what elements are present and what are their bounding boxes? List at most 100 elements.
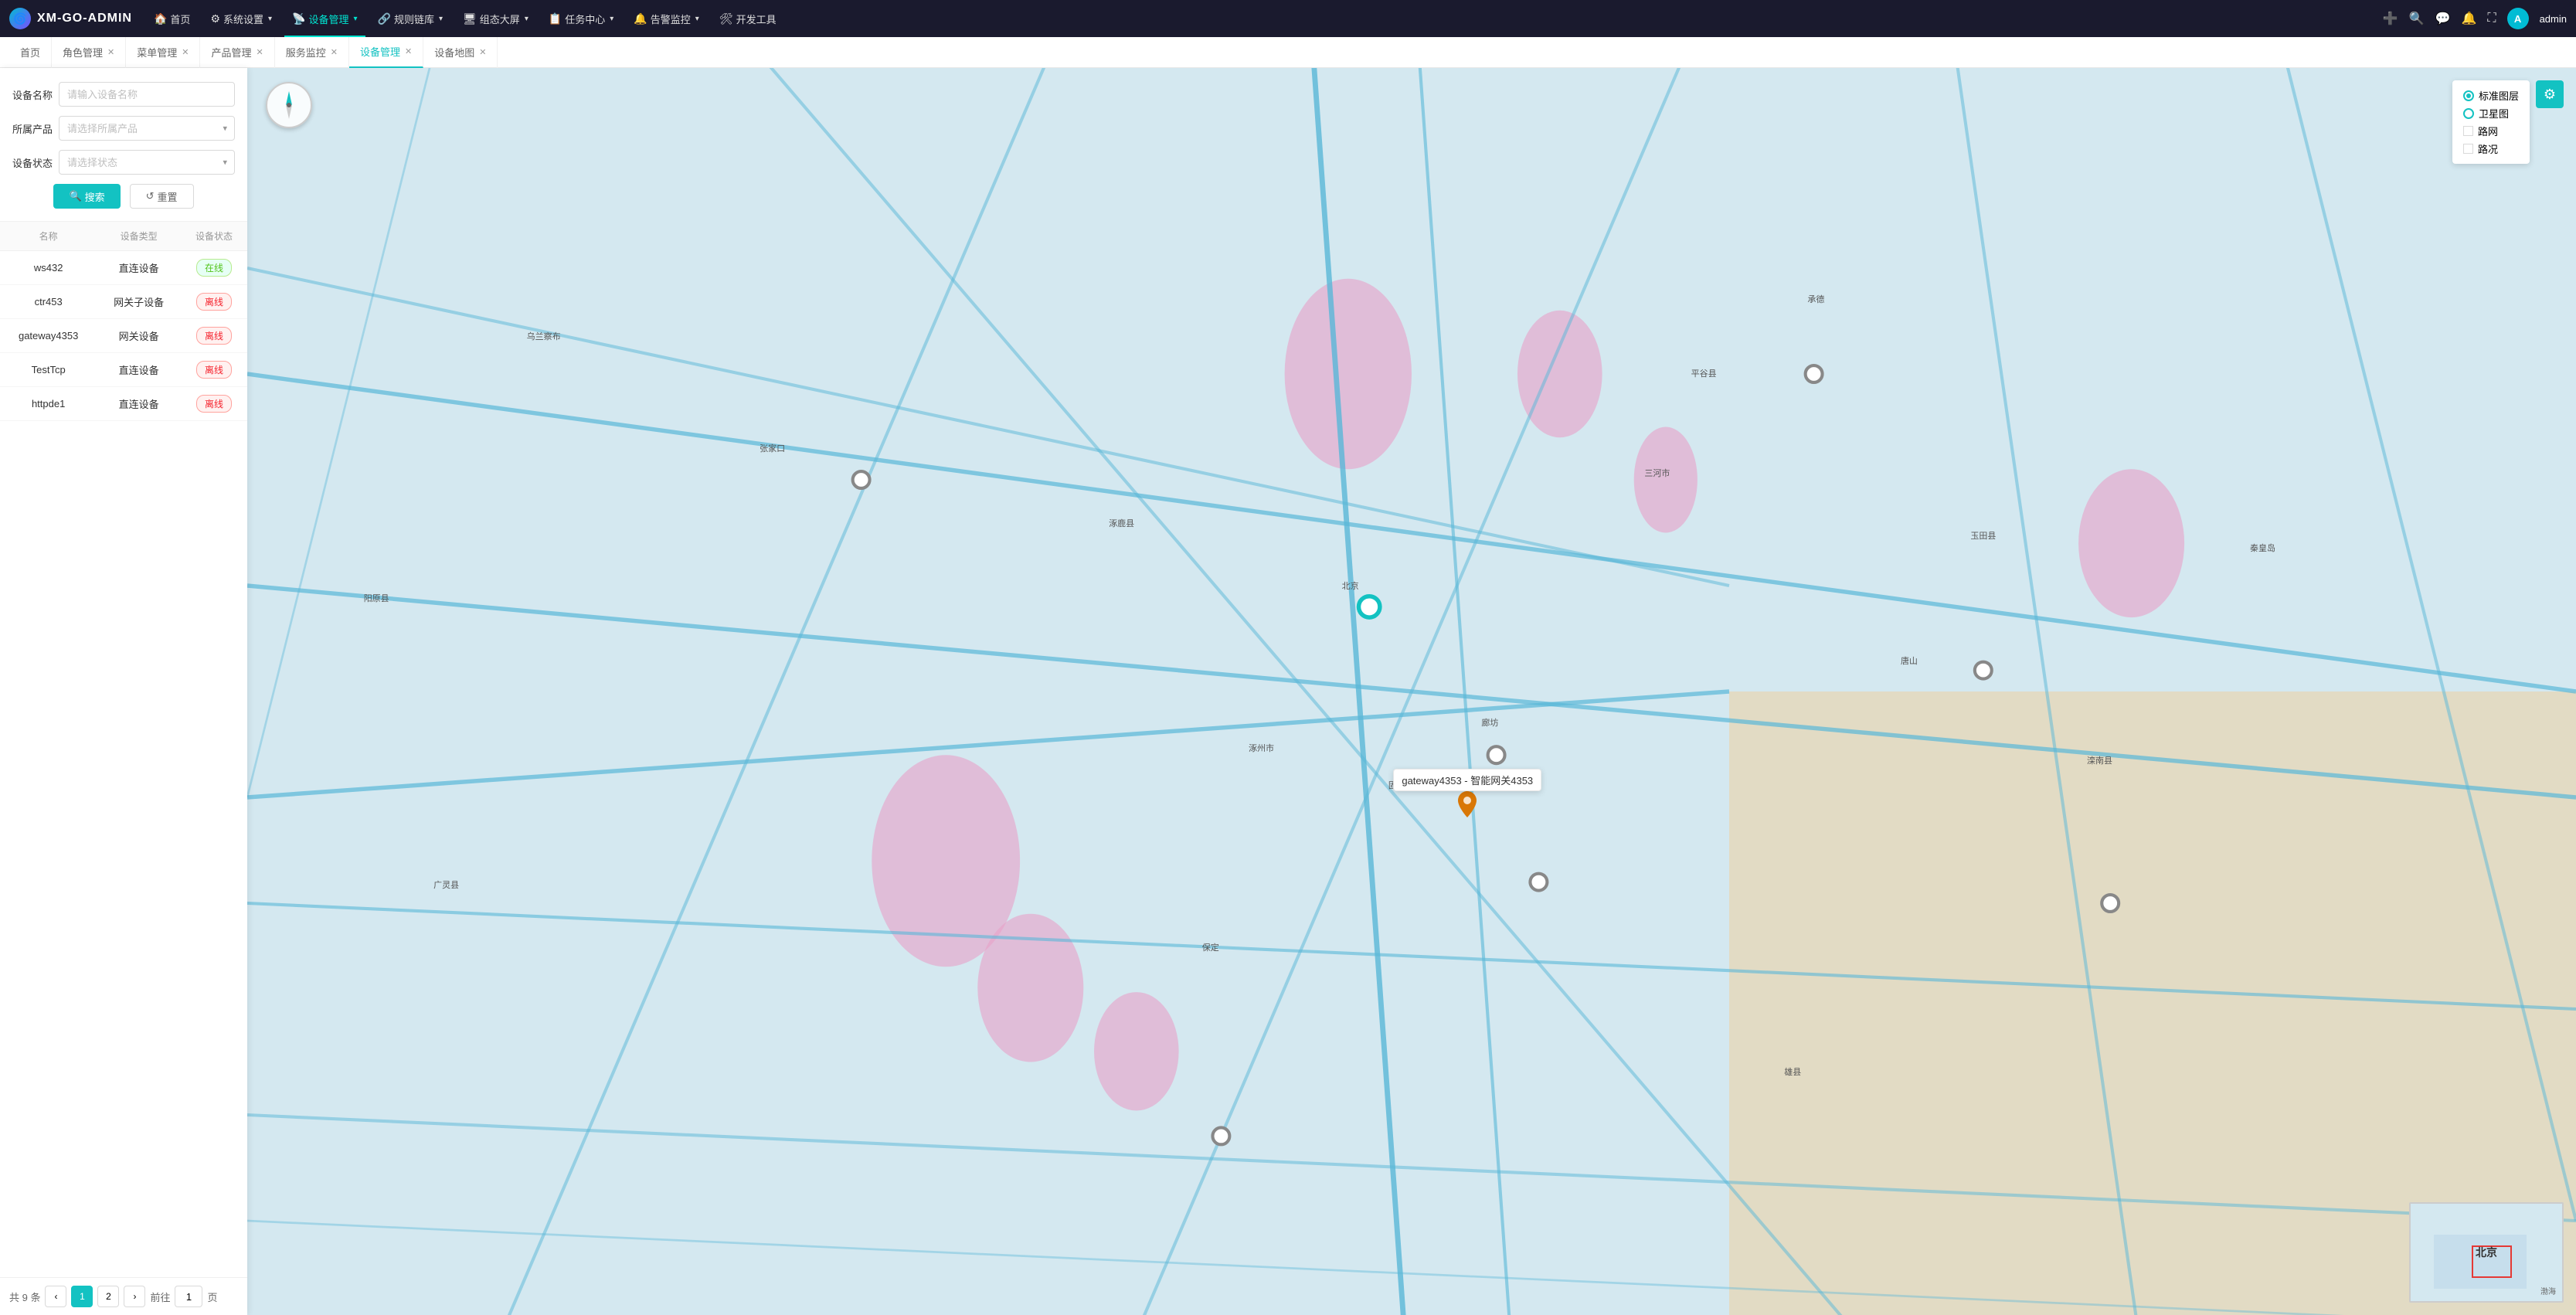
status-badge: 离线 xyxy=(196,395,232,413)
device-type-cell: 网关设备 xyxy=(97,319,181,353)
reset-button[interactable]: ↺ 重置 xyxy=(130,184,194,209)
road-option[interactable]: 路网 xyxy=(2463,124,2519,138)
table-row[interactable]: TestTcp直连设备离线 xyxy=(0,353,247,387)
map-area: 乌兰察布 张家口 承德 北京 廊坊 唐山 保定 固安县 涿州市 秦皇岛 雄县 阳… xyxy=(247,68,2576,1315)
col-name: 名称 xyxy=(0,222,97,251)
nav-task[interactable]: 📋 任务中心 ▾ xyxy=(541,0,621,37)
nav-device[interactable]: 📡 设备管理 ▾ xyxy=(284,0,365,37)
product-select[interactable]: 请选择所属产品 xyxy=(59,116,235,141)
add-icon[interactable]: ➕ xyxy=(2383,11,2398,26)
total-count: 共 9 条 xyxy=(9,1290,40,1304)
device-table-section: 名称 设备类型 设备状态 ws432直连设备在线ctr453网关子设备离线gat… xyxy=(0,222,247,1277)
status-row: 设备状态 请选择状态 ▾ xyxy=(12,150,235,175)
status-select-wrap: 请选择状态 ▾ xyxy=(59,150,235,175)
tab-device[interactable]: 设备管理 ✕ xyxy=(349,37,423,68)
chevron-down-icon: ▾ xyxy=(354,15,358,23)
device-name-cell: ws432 xyxy=(0,251,97,285)
tab-close-role[interactable]: ✕ xyxy=(107,47,114,57)
notification-icon[interactable]: 🔔 xyxy=(2461,11,2476,26)
table-row[interactable]: httpde1直连设备离线 xyxy=(0,387,247,421)
alarm-icon: 🔔 xyxy=(634,12,647,25)
traffic-label: 路况 xyxy=(2478,141,2498,156)
page-2-button[interactable]: 2 xyxy=(97,1286,119,1307)
device-table: 名称 设备类型 设备状态 ws432直连设备在线ctr453网关子设备离线gat… xyxy=(0,222,247,421)
goto-label: 前往 xyxy=(150,1290,170,1304)
prev-page-button[interactable]: ‹ xyxy=(45,1286,66,1307)
tab-close-product[interactable]: ✕ xyxy=(257,47,263,57)
tab-home[interactable]: 首页 xyxy=(9,37,52,68)
road-checkbox[interactable] xyxy=(2463,126,2473,136)
table-row[interactable]: ctr453网关子设备离线 xyxy=(0,285,247,319)
nav-right: ➕ 🔍 💬 🔔 ⛶ A admin xyxy=(2383,8,2567,29)
table-row[interactable]: gateway4353网关设备离线 xyxy=(0,319,247,353)
reset-icon: ↺ xyxy=(146,190,155,202)
tools-icon: 🛠 xyxy=(719,12,733,25)
tab-product[interactable]: 产品管理 ✕ xyxy=(200,37,274,68)
search-icon: 🔍 xyxy=(69,190,81,202)
standard-layer-option[interactable]: 标准图层 xyxy=(2463,88,2519,103)
tab-service[interactable]: 服务监控 ✕ xyxy=(275,37,349,68)
task-icon: 📋 xyxy=(549,12,562,25)
device-name-cell: ctr453 xyxy=(0,285,97,319)
col-status: 设备状态 xyxy=(181,222,247,251)
device-name-input[interactable] xyxy=(59,82,235,107)
settings-icon: ⚙ xyxy=(2544,87,2556,103)
message-icon[interactable]: 💬 xyxy=(2435,11,2451,26)
tab-close-service[interactable]: ✕ xyxy=(331,47,338,57)
traffic-checkbox[interactable] xyxy=(2463,144,2473,154)
device-status-cell: 在线 xyxy=(181,251,247,285)
search-icon[interactable]: 🔍 xyxy=(2409,11,2425,26)
nav-alarm[interactable]: 🔔 告警监控 ▾ xyxy=(626,0,706,37)
mini-map: 北京 渤海 xyxy=(2409,1202,2564,1303)
next-page-button[interactable]: › xyxy=(124,1286,145,1307)
compass xyxy=(266,82,312,128)
tab-close-device[interactable]: ✕ xyxy=(405,46,412,56)
avatar[interactable]: A xyxy=(2507,8,2529,29)
fullscreen-icon[interactable]: ⛶ xyxy=(2487,12,2496,25)
main-content: 设备名称 所属产品 请选择所属产品 ▾ 设备状态 请选择状态 ▾ xyxy=(0,68,2576,1315)
nav-dev-tools[interactable]: 🛠 开发工具 xyxy=(712,0,784,37)
device-name-cell: gateway4353 xyxy=(0,319,97,353)
tab-menu[interactable]: 菜单管理 ✕ xyxy=(126,37,200,68)
table-row[interactable]: ws432直连设备在线 xyxy=(0,251,247,285)
logo[interactable]: 🌀 XM-GO-ADMIN xyxy=(9,8,132,29)
nav-org[interactable]: 🖥 组态大屏 ▾ xyxy=(455,0,536,37)
search-section: 设备名称 所属产品 请选择所属产品 ▾ 设备状态 请选择状态 ▾ xyxy=(0,68,247,222)
status-select[interactable]: 请选择状态 xyxy=(59,150,235,175)
map-settings-button[interactable]: ⚙ xyxy=(2536,80,2564,108)
tab-close-device-map[interactable]: ✕ xyxy=(479,47,486,57)
nav-system[interactable]: ⚙ 系统设置 ▾ xyxy=(202,0,280,37)
goto-page-input[interactable] xyxy=(175,1286,202,1307)
search-button[interactable]: 🔍 搜索 xyxy=(53,184,120,209)
status-badge: 离线 xyxy=(196,293,232,311)
map-background: 乌兰察布 张家口 承德 北京 廊坊 唐山 保定 固安县 涿州市 秦皇岛 雄县 阳… xyxy=(247,68,2576,1315)
tab-device-map[interactable]: 设备地图 ✕ xyxy=(423,37,498,68)
button-row: 🔍 搜索 ↺ 重置 xyxy=(12,184,235,209)
tab-close-menu[interactable]: ✕ xyxy=(182,47,189,57)
traffic-option[interactable]: 路况 xyxy=(2463,141,2519,156)
status-badge: 离线 xyxy=(196,361,232,379)
satellite-layer-radio[interactable] xyxy=(2463,108,2474,119)
chevron-down-icon: ▾ xyxy=(439,15,443,23)
device-status-cell: 离线 xyxy=(181,387,247,421)
chevron-down-icon: ▾ xyxy=(268,15,272,23)
product-label: 所属产品 xyxy=(12,121,59,136)
nav-home[interactable]: 🏠 首页 xyxy=(146,0,198,37)
tab-role[interactable]: 角色管理 ✕ xyxy=(52,37,126,68)
home-icon: 🏠 xyxy=(154,12,167,25)
map-layer-controls: 标准图层 卫星图 路网 路况 xyxy=(2452,80,2530,164)
device-status-cell: 离线 xyxy=(181,319,247,353)
satellite-layer-option[interactable]: 卫星图 xyxy=(2463,106,2519,121)
map-marker-gateway4353[interactable]: gateway4353 - 智能网关4353 xyxy=(1458,791,1477,817)
screen-icon: 🖥 xyxy=(463,12,477,25)
pagination: 共 9 条 ‹ 1 2 › 前往 页 xyxy=(0,1277,247,1315)
top-navigation: 🌀 XM-GO-ADMIN 🏠 首页 ⚙ 系统设置 ▾ 📡 设备管理 ▾ 🔗 规… xyxy=(0,0,2576,37)
tab-bar: 首页 角色管理 ✕ 菜单管理 ✕ 产品管理 ✕ 服务监控 ✕ 设备管理 ✕ 设备… xyxy=(0,37,2576,68)
page-1-button[interactable]: 1 xyxy=(71,1286,93,1307)
map-svg xyxy=(247,68,2576,1315)
device-type-cell: 直连设备 xyxy=(97,251,181,285)
nav-rules[interactable]: 🔗 规则链库 ▾ xyxy=(370,0,450,37)
standard-layer-radio[interactable] xyxy=(2463,90,2474,101)
product-row: 所属产品 请选择所属产品 ▾ xyxy=(12,116,235,141)
compass-circle xyxy=(266,82,312,128)
